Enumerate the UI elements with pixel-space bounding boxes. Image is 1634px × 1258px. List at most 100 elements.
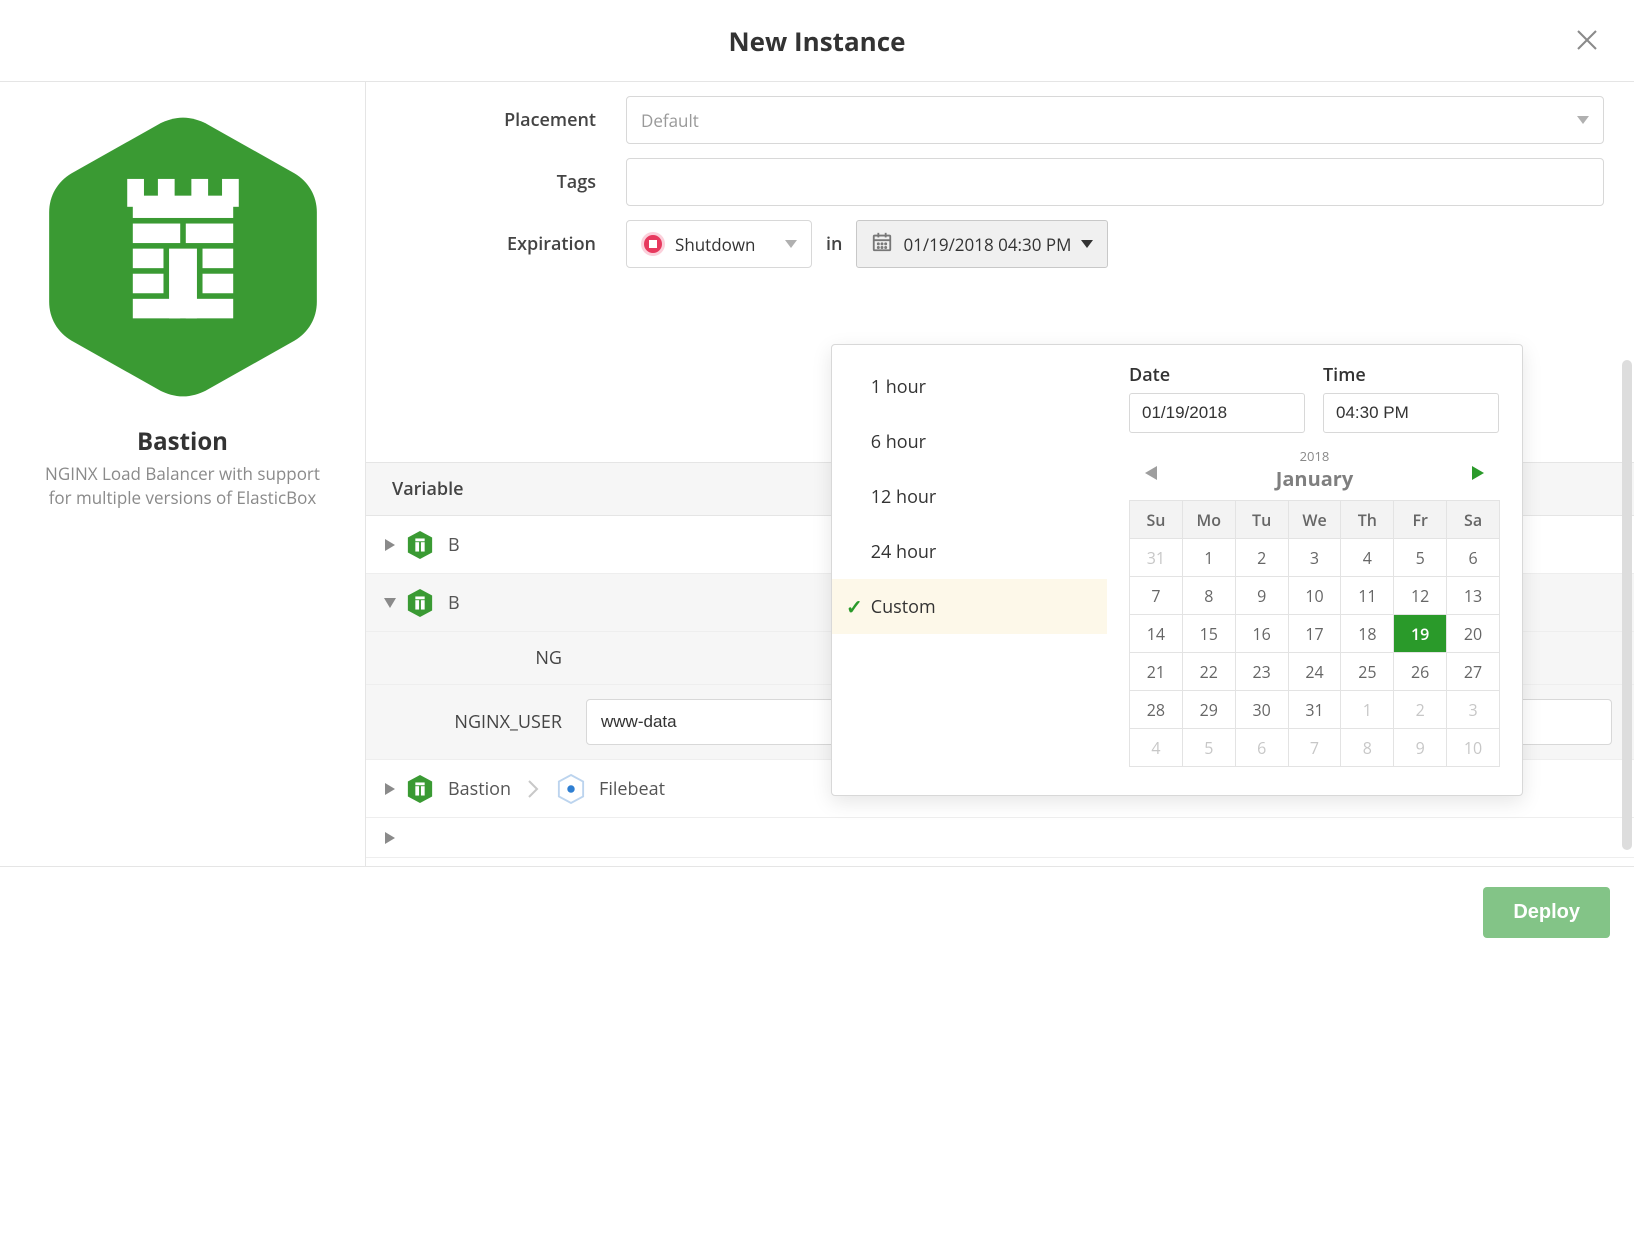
- preset-label: 12 hour: [871, 485, 937, 509]
- dialog-body: Bastion NGINX Load Balancer with support…: [0, 82, 1634, 866]
- expiration-action-select[interactable]: Shutdown: [626, 220, 812, 268]
- calendar-prev-button[interactable]: [1145, 463, 1157, 485]
- preset-option[interactable]: ✓12 hour: [832, 469, 1107, 524]
- calendar-day[interactable]: 25: [1341, 653, 1394, 691]
- placement-label: Placement: [396, 108, 626, 132]
- calendar-day[interactable]: 2: [1235, 539, 1288, 577]
- calendar-day[interactable]: 26: [1394, 653, 1447, 691]
- dialog-title: New Instance: [729, 23, 906, 59]
- tree-label: B: [448, 533, 460, 557]
- time-input[interactable]: [1323, 393, 1499, 433]
- preset-option[interactable]: ✓1 hour: [832, 359, 1107, 414]
- placement-value: Default: [641, 109, 699, 132]
- breadcrumb-chevron-icon: [527, 779, 541, 799]
- preset-option[interactable]: ✓ Custom: [832, 579, 1107, 634]
- calendar-day[interactable]: 8: [1182, 577, 1235, 615]
- tags-input[interactable]: [626, 158, 1604, 206]
- calendar-day[interactable]: 6: [1447, 539, 1500, 577]
- calendar-day[interactable]: 10: [1288, 577, 1341, 615]
- datetime-button[interactable]: 01/19/2018 04:30 PM: [856, 220, 1108, 268]
- calendar-day[interactable]: 12: [1394, 577, 1447, 615]
- calendar-day[interactable]: 21: [1130, 653, 1183, 691]
- calendar-day[interactable]: 16: [1235, 615, 1288, 653]
- calendar-day[interactable]: 3: [1288, 539, 1341, 577]
- tags-label: Tags: [396, 170, 626, 194]
- calendar-day[interactable]: 3: [1447, 691, 1500, 729]
- calendar-day[interactable]: 20: [1447, 615, 1500, 653]
- calendar-day[interactable]: 14: [1130, 615, 1183, 653]
- calendar-month: January: [1129, 465, 1500, 492]
- calendar-day[interactable]: 22: [1182, 653, 1235, 691]
- variable-label: NGINX_USER: [416, 710, 586, 734]
- variable-label: NG: [416, 646, 586, 670]
- calendar-day[interactable]: 13: [1447, 577, 1500, 615]
- calendar-day[interactable]: 9: [1394, 729, 1447, 767]
- calendar-day[interactable]: 17: [1288, 615, 1341, 653]
- calendar-day[interactable]: 5: [1394, 539, 1447, 577]
- calendar-dow: Su: [1130, 501, 1183, 539]
- check-icon: ✓: [846, 593, 863, 620]
- calendar-day[interactable]: 1: [1341, 691, 1394, 729]
- calendar-day[interactable]: 24: [1288, 653, 1341, 691]
- calendar-day[interactable]: 28: [1130, 691, 1183, 729]
- calendar-day[interactable]: 11: [1341, 577, 1394, 615]
- calendar-day[interactable]: 18: [1341, 615, 1394, 653]
- calendar-day[interactable]: 5: [1182, 729, 1235, 767]
- placement-select[interactable]: Default: [626, 96, 1604, 144]
- tree-label: B: [448, 591, 460, 615]
- date-label: Date: [1129, 363, 1305, 387]
- calendar-day[interactable]: 29: [1182, 691, 1235, 729]
- shutdown-icon: [641, 232, 665, 256]
- calendar-day[interactable]: 31: [1130, 539, 1183, 577]
- time-label: Time: [1323, 363, 1366, 387]
- tree-filebeat-label: Filebeat: [599, 777, 665, 801]
- calendar-dow: Fr: [1394, 501, 1447, 539]
- calendar-grid: SuMoTuWeThFrSa 3112345678910111213141516…: [1129, 500, 1500, 767]
- calendar-day[interactable]: 7: [1288, 729, 1341, 767]
- tree-row-more[interactable]: [366, 818, 1634, 858]
- preset-label: Custom: [871, 595, 936, 619]
- preset-label: 1 hour: [871, 375, 926, 399]
- box-hex-icon: [43, 112, 323, 407]
- calendar-day[interactable]: 9: [1235, 577, 1288, 615]
- calendar-day[interactable]: 2: [1394, 691, 1447, 729]
- calendar-day[interactable]: 8: [1341, 729, 1394, 767]
- scrollbar[interactable]: [1622, 360, 1632, 850]
- calendar-day[interactable]: 7: [1130, 577, 1183, 615]
- calendar-dow: Tu: [1235, 501, 1288, 539]
- close-button[interactable]: [1575, 28, 1599, 57]
- calendar-dow: Sa: [1447, 501, 1500, 539]
- calendar-next-button[interactable]: [1472, 463, 1484, 485]
- calendar-day[interactable]: 15: [1182, 615, 1235, 653]
- box-description: NGINX Load Balancer with support for mul…: [0, 462, 365, 510]
- calendar-day[interactable]: 31: [1288, 691, 1341, 729]
- preset-label: 24 hour: [871, 540, 937, 564]
- preset-option[interactable]: ✓6 hour: [832, 414, 1107, 469]
- filebeat-hex-icon: [557, 774, 585, 804]
- form-content: Placement Default Tags Expiration Shutdo…: [366, 82, 1634, 866]
- preset-label: 6 hour: [871, 430, 926, 454]
- collapse-icon: [382, 598, 398, 608]
- expiration-label: Expiration: [396, 232, 626, 256]
- deploy-button[interactable]: Deploy: [1483, 887, 1610, 938]
- date-input[interactable]: [1129, 393, 1305, 433]
- calendar-icon: [871, 231, 893, 258]
- calendar-day[interactable]: 4: [1130, 729, 1183, 767]
- calendar-day[interactable]: 30: [1235, 691, 1288, 729]
- calendar-day[interactable]: 6: [1235, 729, 1288, 767]
- calendar-dow: Th: [1341, 501, 1394, 539]
- calendar-day[interactable]: 19: [1394, 615, 1447, 653]
- calendar-dow: We: [1288, 501, 1341, 539]
- dialog-header: New Instance: [0, 0, 1634, 82]
- calendar-day[interactable]: 1: [1182, 539, 1235, 577]
- calendar-day[interactable]: 4: [1341, 539, 1394, 577]
- datetime-value: 01/19/2018 04:30 PM: [903, 233, 1071, 256]
- calendar-day[interactable]: 10: [1447, 729, 1500, 767]
- calendar-dow: Mo: [1182, 501, 1235, 539]
- calendar-year: 2018: [1129, 447, 1500, 465]
- calendar-day[interactable]: 27: [1447, 653, 1500, 691]
- shutdown-label: Shutdown: [675, 233, 755, 256]
- calendar-day[interactable]: 23: [1235, 653, 1288, 691]
- preset-option[interactable]: ✓24 hour: [832, 524, 1107, 579]
- expand-icon: [382, 832, 398, 844]
